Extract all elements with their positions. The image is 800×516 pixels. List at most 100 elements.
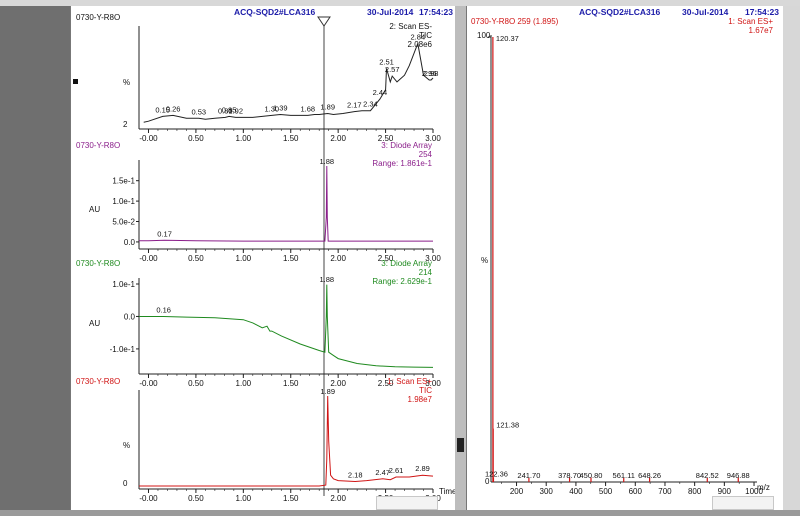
- spectrum-peak-label: 450.80: [580, 471, 603, 480]
- x-tick-label: 1.50: [283, 254, 299, 263]
- panel4-info-line2: TIC: [419, 386, 432, 395]
- mz-tick-label: 200: [510, 487, 524, 496]
- peak-label: 2.18: [348, 471, 363, 480]
- spectrum-peak-label: 121.38: [496, 421, 519, 430]
- panel4-ytick: 0: [123, 479, 128, 488]
- x-tick-label: -0.00: [139, 254, 158, 263]
- panel3-info-line3: Range: 2.629e-1: [372, 277, 432, 286]
- y-tick-label: 0.0: [124, 312, 136, 321]
- spectrum-peak-label: 648.26: [638, 471, 661, 480]
- panel3-sample-label: 0730-Y-R8O: [76, 259, 120, 268]
- tic-es-minus-panel: 2: Scan ES- TIC 2.08e6 % 2 -0.00 0.50 1.00…: [123, 22, 441, 143]
- panel2-info-line1: 3: Diode Array: [381, 141, 432, 150]
- panel4-info-line1: 1: Scan ES+: [387, 377, 432, 386]
- x-tick-label: -0.00: [139, 494, 158, 503]
- trace-line: [143, 41, 434, 123]
- spectrum-ylabel: %: [481, 256, 488, 265]
- peak-label: 2.44: [373, 88, 388, 97]
- panel3-ylabel: AU: [89, 319, 100, 328]
- x-tick-label: 2.00: [330, 134, 346, 143]
- peak-label: 2.61: [389, 466, 404, 475]
- window-bottom-bar: [0, 510, 800, 516]
- mz-tick-label: 700: [658, 487, 672, 496]
- tic-es-plus-panel: 0730-Y-R8O 1: Scan ES+ TIC 1.98e7 % 0 Ti…: [76, 377, 457, 503]
- spectrum-peak-label: 122.36: [485, 470, 508, 479]
- panel1-info-line1: 2: Scan ES-: [389, 22, 432, 31]
- peak-label: 1.68: [301, 104, 316, 113]
- x-tick-label: 1.50: [283, 134, 299, 143]
- panel2-info-line3: Range: 1.861e-1: [372, 159, 432, 168]
- panel-marker-icon: [73, 79, 78, 84]
- panel1-ylabel: %: [123, 78, 130, 87]
- spectrum-ytick-top: 100: [477, 31, 491, 40]
- time-axis-label: Time: [439, 487, 456, 496]
- mz-tick-label: 1000: [745, 487, 763, 496]
- mass-spectrum-svg: 0730-Y-R8O 259 (1.895) ACQ-SQD2#LCA316 3…: [471, 7, 779, 496]
- panel2-info-line2: 254: [419, 150, 433, 159]
- peak-label: 0.16: [156, 305, 171, 314]
- x-tick-label: 1.00: [236, 379, 252, 388]
- peak-label: 1.88: [319, 157, 334, 166]
- mz-tick-label: 600: [629, 487, 643, 496]
- right-pane-bottom-tab[interactable]: [712, 496, 774, 510]
- spectrum-peak-label: 378.70: [558, 471, 581, 480]
- spectrum-peak-label: 120.37: [496, 34, 519, 43]
- right-date-label: 30-Jul-2014: [682, 7, 729, 17]
- y-tick-label: 1.0e-1: [112, 197, 135, 206]
- peak-label: 2.57: [385, 65, 400, 74]
- chromatogram-pane[interactable]: 0730-Y-R8O ACQ-SQD2#LCA316 30-Jul-2014 1…: [70, 6, 458, 510]
- panel4-info-line3: 1.98e7: [408, 395, 433, 404]
- left-instrument-label: ACQ-SQD2#LCA316: [234, 7, 316, 17]
- spectrum-info-line2: 1.67e7: [749, 26, 774, 35]
- x-tick-label: -0.00: [139, 379, 158, 388]
- splitter-grip-icon[interactable]: [457, 438, 464, 452]
- x-tick-label: -0.00: [139, 134, 158, 143]
- cursor-triangle-icon[interactable]: [317, 16, 331, 27]
- peak-label: 0.53: [191, 107, 206, 116]
- panel4-sample-label: 0730-Y-R8O: [76, 377, 120, 386]
- vertical-scrollbar[interactable]: [783, 6, 800, 510]
- spectrum-plot-group: 200 300 400 500 600 700 800 900 1000 120.37 121.38…: [485, 34, 763, 496]
- spectrum-peak-label: 561.11: [613, 471, 635, 480]
- spectrum-sample-label: 0730-Y-R8O 259 (1.895): [471, 17, 559, 26]
- left-pane-bottom-tab[interactable]: [376, 496, 438, 510]
- spectrum-pane[interactable]: 0730-Y-R8O 259 (1.895) ACQ-SQD2#LCA316 3…: [466, 6, 785, 510]
- right-time-label: 17:54:23: [745, 7, 779, 17]
- y-tick-label: 1.0e-1: [112, 280, 135, 289]
- panel4-ylabel: %: [123, 441, 130, 450]
- panel2-sample-label: 0730-Y-R8O: [76, 141, 120, 150]
- right-instrument-label: ACQ-SQD2#LCA316: [579, 7, 661, 17]
- mz-tick-label: 500: [599, 487, 613, 496]
- panel1-ytick: 2: [123, 120, 128, 129]
- peak-label: 1.89: [320, 387, 335, 396]
- x-tick-label: 0.50: [188, 494, 204, 503]
- peak-label: 0.17: [157, 229, 172, 238]
- left-time-label: 17:54:23: [419, 7, 453, 17]
- panel3-info-line1: 3: Diode Array: [381, 259, 432, 268]
- y-tick-label: 1.5e-1: [112, 177, 135, 186]
- pane-splitter[interactable]: [455, 6, 466, 510]
- x-tick-label: 2.00: [330, 254, 346, 263]
- x-tick-label: 1.50: [283, 379, 299, 388]
- peak-label: 2.84: [411, 33, 426, 42]
- peak-label: 2.17: [347, 101, 362, 110]
- x-tick-label: 1.00: [236, 134, 252, 143]
- x-tick-label: 0.50: [188, 379, 204, 388]
- panel2-ylabel: AU: [89, 205, 100, 214]
- y-tick-label: 5.0e-2: [112, 218, 135, 227]
- y-tick-label: -1.0e-1: [110, 345, 136, 354]
- y-tick-label: 0.0: [124, 238, 136, 247]
- peak-label: 0.26: [166, 104, 181, 113]
- panel1-sample-label: 0730-Y-R8O: [76, 13, 120, 22]
- chromatogram-svg: 0730-Y-R8O ACQ-SQD2#LCA316 30-Jul-2014 1…: [76, 7, 457, 503]
- trace-line: [139, 284, 434, 368]
- spectrum-peak-label: 842.52: [696, 471, 719, 480]
- x-tick-label: 0.50: [188, 134, 204, 143]
- x-tick-label: 1.00: [236, 254, 252, 263]
- peak-label: 1.89: [320, 103, 335, 112]
- peak-label: 2.89: [415, 464, 430, 473]
- diode-array-214-panel: 0730-Y-R8O 3: Diode Array 214 Range: 2.6…: [76, 259, 441, 388]
- spectrum-info-line1: 1: Scan ES+: [728, 17, 773, 26]
- x-tick-label: 0.50: [188, 254, 204, 263]
- mz-tick-label: 300: [540, 487, 554, 496]
